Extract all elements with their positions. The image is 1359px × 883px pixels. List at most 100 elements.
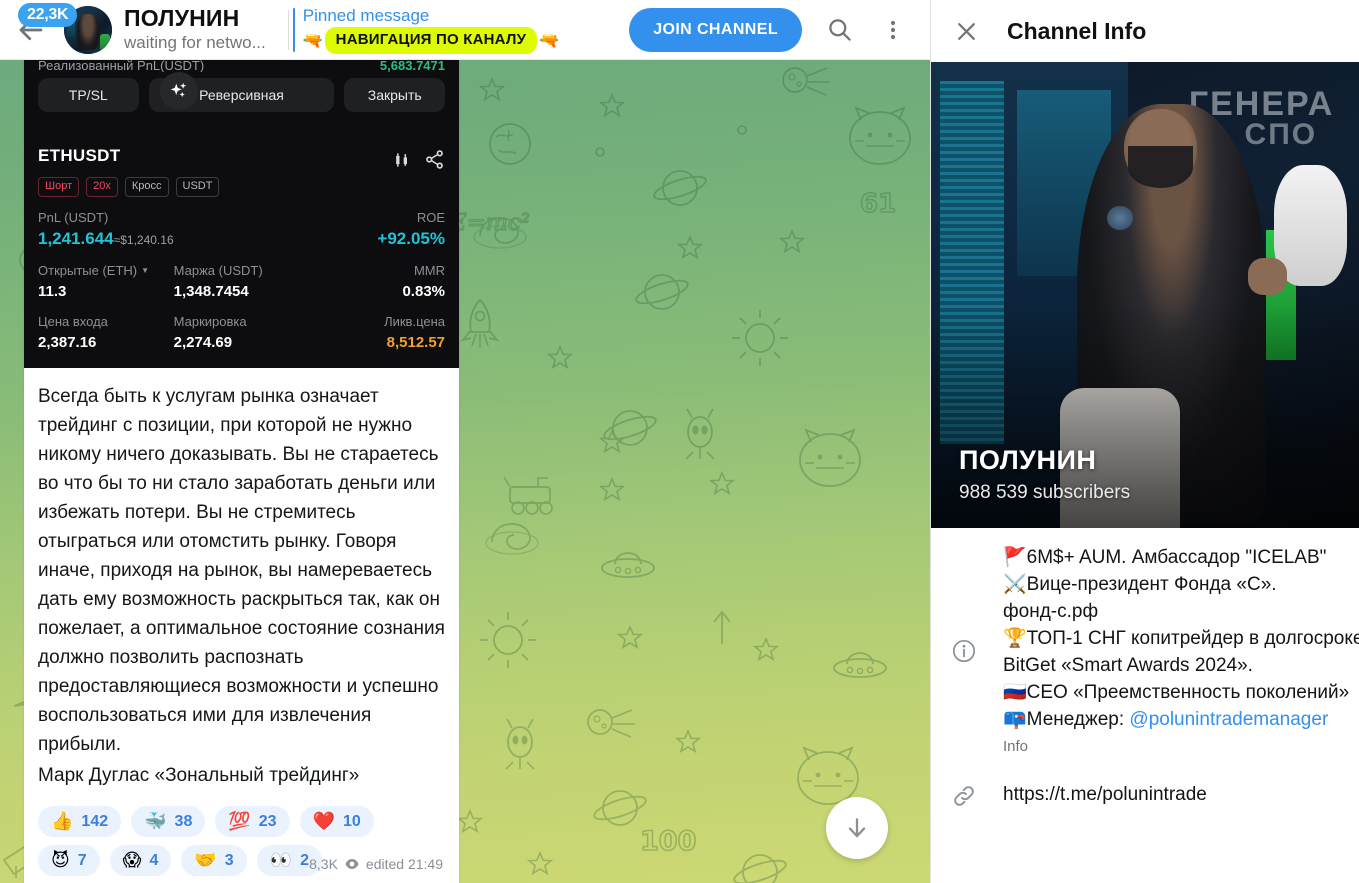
tag-side: Шорт [38, 177, 80, 197]
mark-label: Маркировка [173, 314, 247, 329]
bio-text: 🚩6M$+ AUM. Амбассадор "ICELAB" ⚔️Вице-пр… [1003, 547, 1359, 730]
tag-leverage: 20x [86, 177, 118, 197]
symbol-block: ETHUSDT [38, 146, 120, 166]
message-bubble: Реализованный PnL(USDT) 5,683.7471 TP/SL… [24, 58, 459, 883]
tag-currency: USDT [175, 177, 220, 197]
pistol-icon-left: 🔫 [302, 30, 323, 50]
pinned-highlight-text: НАВИГАЦИЯ ПО КАНАЛУ [324, 27, 538, 54]
size-row: Открытые (ETH) ▼ 11.3 Маржа (USDT) 1,348… [38, 263, 445, 301]
entry-col: Цена входа 2,387.16 [38, 314, 174, 352]
back-button[interactable]: 22,3K [0, 0, 78, 60]
candlestick-icon[interactable] [392, 150, 412, 170]
roe-value: +92.05% [377, 229, 445, 248]
bio-mention-link[interactable]: @polunintrademanager [1129, 709, 1328, 730]
chevron-down-icon[interactable]: ▼ [141, 263, 149, 279]
reaction-count: 142 [81, 812, 109, 830]
message-attribution: Марк Дуглас «Зональный трейдинг» [38, 765, 360, 786]
pinned-message[interactable]: Pinned message 🔫 НАВИГАЦИЯ ПО КАНАЛУ 🔫 [292, 6, 559, 54]
link-icon [954, 786, 974, 806]
reaction-count: 2 [300, 851, 309, 869]
reaction-emoji: 🐳 [144, 810, 167, 832]
card-icons [392, 146, 445, 170]
open-label-text: Открытые (ETH) [38, 263, 138, 278]
reaction-emoji: 👍 [51, 810, 74, 832]
reaction-chip[interactable]: 🤝 3 [181, 845, 247, 876]
realized-pnl-row: Реализованный PnL(USDT) 5,683.7471 [24, 58, 459, 72]
chat-status: waiting for netwo... [124, 33, 266, 52]
link-icon-wrap [951, 781, 1003, 809]
reaction-count: 7 [77, 851, 87, 869]
realized-pnl-label: Реализованный PnL(USDT) [38, 58, 205, 72]
channel-bio[interactable]: 🚩6M$+ AUM. Амбассадор "ICELAB" ⚔️Вице-пр… [1003, 544, 1359, 733]
reaction-emoji: 💯 [228, 810, 251, 832]
more-vertical-icon [890, 20, 896, 39]
card-divider [24, 126, 459, 136]
info-circle-icon [952, 639, 976, 662]
pnl-usd: ≈$1,240.16 [113, 233, 174, 247]
scroll-to-bottom-button[interactable] [826, 797, 888, 859]
pnl-col: PnL (USDT) 1,241.644≈$1,240.16 [38, 210, 242, 250]
close-position-button[interactable]: Закрыть [344, 78, 445, 112]
channel-info-panel: Channel Info ГЕНЕРА СПО ПОЛУНИН 988 539 … [930, 0, 1359, 883]
trading-position-image[interactable]: Реализованный PnL(USDT) 5,683.7471 TP/SL… [24, 58, 459, 368]
header-divider [287, 9, 289, 50]
reaction-chip[interactable]: 😱 4 [109, 845, 172, 876]
reaction-count: 4 [149, 851, 159, 869]
reactions-row: 👍 142 🐳 38 💯 23 ❤️ 10 😈 7 😱 4 🤝 3 👀 2 8,… [24, 794, 459, 882]
open-value: 11.3 [38, 283, 67, 300]
info-panel-header: Channel Info [931, 0, 1359, 62]
info-rows: 🚩6M$+ AUM. Амбассадор "ICELAB" ⚔️Вице-пр… [931, 528, 1359, 817]
position-tags: Шорт 20x Кросс USDT [38, 177, 445, 197]
reaction-chip[interactable]: 👍 142 [38, 806, 122, 837]
realized-pnl-value: 5,683.7471 [379, 58, 445, 72]
reaction-chip[interactable]: ❤️ 10 [299, 806, 374, 837]
reaction-emoji: 👀 [269, 849, 293, 871]
eye-icon [345, 859, 359, 869]
open-label: Открытые (ETH) ▼ [38, 263, 174, 279]
tpsl-button[interactable]: TP/SL [38, 78, 139, 112]
trade-action-buttons: TP/SL Реверсивная Закрыть [24, 72, 459, 126]
close-info-button[interactable] [945, 10, 987, 52]
bio-row: 🚩6M$+ AUM. Амбассадор "ICELAB" ⚔️Вице-пр… [931, 544, 1359, 755]
arrow-down-icon [848, 818, 866, 838]
tag-margin-mode: Кросс [124, 177, 169, 197]
close-icon [957, 22, 975, 40]
reaction-count: 3 [224, 851, 234, 869]
roe-label: ROE [416, 210, 445, 225]
reaction-emoji: ❤️ [312, 810, 335, 832]
chat-header: 22,3K ПОЛУНИН waiting for netwo... Pinne… [0, 0, 930, 60]
liq-label: Ликв.цена [384, 314, 446, 329]
position-details: ETHUSDT Шорт 20x Кросс USDT PnL (USDT) 1… [24, 136, 459, 368]
chat-column: 100 E=mc² [0, 0, 930, 883]
reaction-chip[interactable]: 🐳 38 [131, 806, 206, 837]
entry-value: 2,387.16 [38, 334, 97, 351]
chat-title-block[interactable]: ПОЛУНИН waiting for netwo... [124, 5, 266, 54]
reaction-chip[interactable]: 💯 23 [215, 806, 290, 837]
pinned-label: Pinned message [302, 6, 430, 25]
channel-photo[interactable]: ГЕНЕРА СПО ПОЛУНИН 988 539 subscribers [931, 62, 1359, 528]
reaction-emoji: 😱 [122, 849, 142, 871]
join-channel-button[interactable]: JOIN CHANNEL [629, 7, 802, 52]
message-text: Всегда быть к услугам рынка означает тре… [38, 386, 451, 755]
subscriber-count: 988 539 subscribers [959, 482, 1131, 503]
margin-label: Маржа (USDT) [173, 263, 263, 278]
pnl-value: 1,241.644 [38, 229, 114, 248]
margin-value: 1,348.7454 [173, 283, 249, 300]
channel-link[interactable]: https://t.me/polunintrade [1003, 781, 1343, 808]
margin-col: Маржа (USDT) 1,348.7454 [174, 263, 310, 301]
share-icon[interactable] [424, 149, 445, 170]
unread-count-badge: 22,3K [18, 2, 78, 27]
info-icon-wrap [951, 636, 1003, 664]
channel-name: ПОЛУНИН [959, 445, 1097, 475]
link-body: https://t.me/polunintrade [1003, 781, 1343, 808]
open-col: Открытые (ETH) ▼ 11.3 [38, 263, 174, 301]
reaction-chip[interactable]: 😈 7 [38, 845, 100, 876]
message-meta: 8,3K edited 21:49 [309, 856, 443, 872]
message-list: Реализованный PnL(USDT) 5,683.7471 TP/SL… [0, 58, 470, 883]
pnl-label: PnL (USDT) [38, 210, 109, 225]
edited-time: edited 21:49 [365, 856, 443, 872]
mark-col: Маркировка 2,274.69 [174, 314, 310, 352]
mmr-col: MMR 0.83% [309, 263, 445, 301]
more-options-button[interactable] [870, 7, 916, 53]
search-button[interactable] [816, 7, 862, 53]
